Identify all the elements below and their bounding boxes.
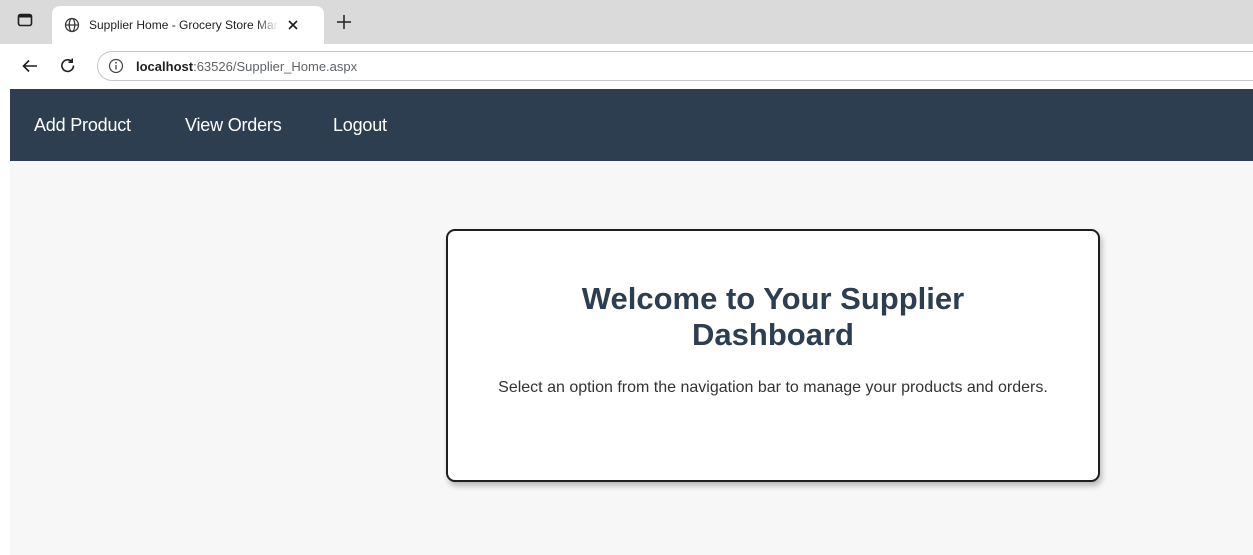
url-host: localhost: [136, 59, 194, 74]
url-text: localhost:63526/Supplier_Home.aspx: [136, 59, 357, 74]
address-bar[interactable]: localhost:63526/Supplier_Home.aspx: [97, 51, 1253, 81]
navigation-bar: Add Product View Orders Logout: [10, 89, 1253, 161]
nav-view-orders-link[interactable]: View Orders: [185, 115, 282, 136]
nav-add-product-link[interactable]: Add Product: [34, 115, 131, 136]
tab-title: Supplier Home - Grocery Store Management: [89, 18, 279, 32]
welcome-card: Welcome to Your Supplier Dashboard Selec…: [446, 229, 1100, 482]
close-icon[interactable]: [285, 17, 301, 33]
sidebar-toggle-icon[interactable]: [16, 11, 34, 29]
back-arrow-icon[interactable]: [18, 54, 42, 78]
plus-icon[interactable]: [335, 13, 353, 31]
url-path: :63526/Supplier_Home.aspx: [193, 59, 358, 74]
reload-icon[interactable]: [56, 54, 80, 78]
browser-toolbar: localhost:63526/Supplier_Home.aspx: [0, 44, 1253, 88]
welcome-heading: Welcome to Your Supplier Dashboard: [581, 281, 965, 352]
info-icon[interactable]: [108, 58, 124, 74]
browser-tab[interactable]: Supplier Home - Grocery Store Management: [52, 6, 324, 44]
welcome-message: Select an option from the navigation bar…: [498, 379, 1048, 396]
browser-tab-strip: Supplier Home - Grocery Store Management: [0, 0, 1253, 44]
nav-logout-link[interactable]: Logout: [333, 115, 387, 136]
globe-icon: [64, 17, 80, 33]
page-viewport: Add Product View Orders Logout Welcome t…: [10, 89, 1253, 555]
